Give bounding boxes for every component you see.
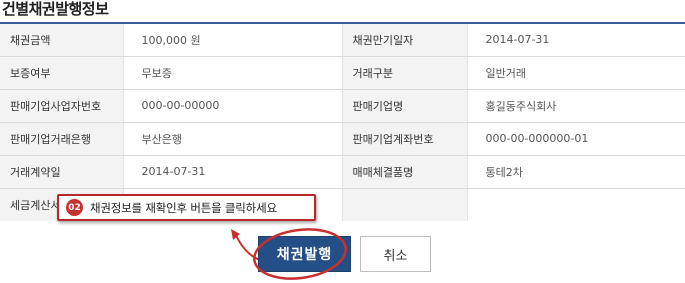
seller-account-label: 판매기업계좌번호	[342, 122, 468, 156]
bond-amount-label: 채권금액	[0, 23, 124, 57]
seller-bizno-label: 판매기업사업자번호	[0, 89, 124, 123]
instruction-callout: 02 채권정보를 재확인후 버튼을 클릭하세요	[57, 194, 316, 221]
guarantee-value: 무보증	[123, 56, 343, 90]
step-badge: 02	[66, 199, 83, 216]
empty-value	[467, 188, 685, 221]
traded-item-label: 매매체결품명	[342, 155, 468, 189]
instruction-text: 채권정보를 재확인후 버튼을 클릭하세요	[90, 200, 277, 215]
bond-maturity-label: 채권만기일자	[342, 23, 468, 57]
seller-account-value: 000-00-000000-01	[467, 122, 685, 156]
issue-bond-button[interactable]: 채권발행	[258, 236, 351, 272]
seller-name-label: 판매기업명	[342, 89, 468, 123]
bond-maturity-value: 2014-07-31	[467, 23, 685, 57]
contract-date-value: 2014-07-31	[123, 155, 343, 189]
trade-type-label: 거래구분	[342, 56, 468, 90]
table-row: 거래계약일 2014-07-31 매매체결품명 통테2차	[0, 155, 685, 189]
section-title: 건별채권발행정보	[2, 0, 109, 18]
table-row: 판매기업사업자번호 000-00-00000 판매기업명 홍길동주식회사	[0, 89, 685, 123]
seller-name-value: 홍길동주식회사	[467, 89, 685, 123]
bond-amount-value: 100,000 원	[123, 23, 343, 57]
bond-info-table: 채권금액 100,000 원 채권만기일자 2014-07-31 보증여부 무보…	[0, 22, 685, 221]
trade-type-value: 일반거래	[467, 56, 685, 90]
seller-bank-value: 부산은행	[123, 122, 343, 156]
table-row: 판매기업거래은행 부산은행 판매기업계좌번호 000-00-000000-01	[0, 122, 685, 156]
seller-bank-label: 판매기업거래은행	[0, 122, 124, 156]
table-row: 채권금액 100,000 원 채권만기일자 2014-07-31	[0, 23, 685, 57]
cancel-button[interactable]: 취소	[360, 236, 431, 272]
table-row: 보증여부 무보증 거래구분 일반거래	[0, 56, 685, 90]
arrowhead-icon	[231, 229, 240, 240]
seller-bizno-value: 000-00-00000	[123, 89, 343, 123]
guarantee-label: 보증여부	[0, 56, 124, 90]
traded-item-value: 통테2차	[467, 155, 685, 189]
empty-label	[342, 188, 468, 221]
contract-date-label: 거래계약일	[0, 155, 124, 189]
